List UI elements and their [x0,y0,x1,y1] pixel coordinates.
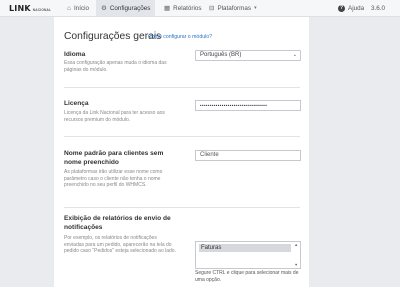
divider [64,207,300,208]
reports-hint: Segure CTRL e clique para selecionar mai… [195,270,299,283]
help-button[interactable]: ? Ajuda [336,0,366,16]
language-select[interactable]: Português (BR) ⌄ [195,50,301,61]
reports-description: Por exemplo, os relatórios de notificaçõ… [64,235,176,254]
logo[interactable]: LINK NACIONAL [9,4,51,13]
license-label: Licença [64,100,89,107]
reports-label: Exibição de relatórios de envio de notif… [64,215,171,231]
nav-item-plataformas[interactable]: ⊟ Plataformas ▾ [205,0,261,16]
chevron-down-icon: ▾ [254,5,257,11]
language-select-value: Português (BR) [200,52,242,58]
nav-item-inicio[interactable]: ⌂ Início [63,0,93,16]
default-name-description: As plataformas irão utilizar esse nome c… [64,169,163,188]
license-field[interactable]: •••••••••••••••••••••••••••••••••• [195,100,301,111]
home-icon: ⌂ [67,4,71,12]
question-icon: ? [338,4,345,12]
nav-label-inicio: Início [73,4,89,12]
option-faturas[interactable]: Faturas [199,244,291,252]
language-label: Idioma [64,51,86,58]
default-name-field[interactable]: Cliente [195,150,301,161]
box-icon: ⊟ [209,5,215,12]
page-title: Configurações gerais [64,31,162,42]
nav-label-relatorios: Relatórios [173,4,202,12]
reports-select[interactable]: Faturas ▲ ▼ [195,241,301,269]
top-navbar: LINK NACIONAL ⌂ Início ⚙ Configurações ▦… [0,0,400,17]
logo-sub: NACIONAL [32,8,52,12]
scroll-up-icon[interactable]: ▲ [294,243,298,247]
nav-item-relatorios[interactable]: ▦ Relatórios [160,0,206,16]
nav-item-configuracoes[interactable]: ⚙ Configurações [96,0,156,16]
default-name-value: Cliente [200,152,219,158]
divider [64,136,300,137]
divider [64,87,300,88]
logo-main: LINK [9,4,31,13]
license-value: •••••••••••••••••••••••••••••••••• [200,103,268,108]
gear-icon: ⚙ [101,5,107,12]
version-label: 3.6.0 [371,5,386,12]
language-description: Essa configuração apenas muda o idioma d… [64,60,167,73]
table-icon: ▦ [164,5,171,12]
help-link[interactable]: Como configurar o módulo? [148,34,212,40]
chevron-down-icon: ⌄ [292,52,297,58]
nav-label-configuracoes: Configurações [109,4,151,12]
nav-label-plataformas: Plataformas [217,4,252,12]
scroll-down-icon[interactable]: ▼ [294,263,298,267]
license-description: Licença da Link Nacional para ter acesso… [64,110,165,123]
help-label: Ajuda [348,4,365,12]
default-name-label: Nome padrão para clientes sem nome preen… [64,150,164,166]
